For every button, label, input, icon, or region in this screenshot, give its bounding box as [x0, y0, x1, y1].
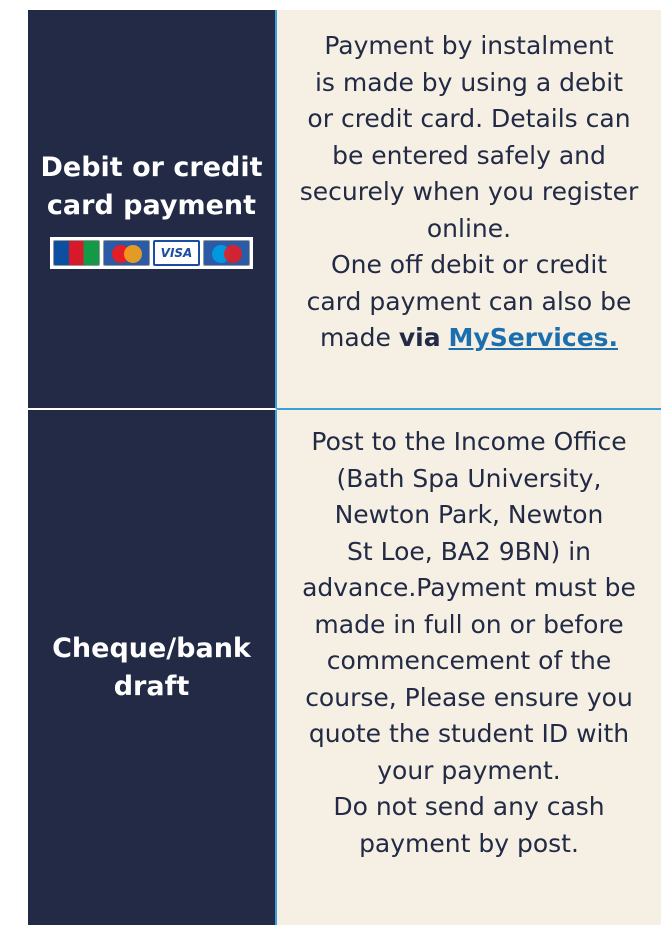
payment-methods-table: Debit or credit card payment VISA Paymen…: [28, 10, 661, 925]
myservices-link[interactable]: MyServices.: [449, 323, 618, 352]
payment-method-label: Debit or credit: [40, 152, 263, 183]
description-line: St Loe, BA2 9BN) in: [346, 536, 592, 566]
description-line: be entered safely and: [332, 140, 606, 170]
maestro-card-icon: [203, 240, 250, 266]
payment-method-description: Payment by instalment is made by using a…: [277, 10, 661, 410]
description-line: made in full on or before: [314, 609, 624, 639]
via-text: via: [398, 323, 441, 352]
jcb-card-icon: [53, 240, 100, 266]
payment-method-label-cell: Debit or credit card payment VISA: [28, 10, 277, 410]
description-line: One off debit or credit: [330, 250, 608, 279]
description-line: course, Please ensure you: [305, 682, 633, 712]
payment-method-label: Cheque/bank: [52, 632, 251, 664]
description-line: Payment by instalment: [324, 31, 614, 60]
description-line: your payment.: [377, 755, 561, 785]
description-line: quote the student ID with: [308, 719, 630, 748]
description-line: commencement of the: [326, 646, 612, 675]
description-line: securely when you register: [299, 177, 639, 206]
description-line: card payment can also be: [306, 286, 632, 316]
description-line: advance.Payment must be: [302, 573, 636, 602]
payment-method-description: Post to the Income Office (Bath Spa Univ…: [277, 410, 661, 925]
card-logos: VISA: [50, 237, 253, 269]
description-line: (Bath Spa University,: [336, 463, 602, 493]
payment-method-label-cell: Cheque/bank draft: [28, 410, 277, 925]
description-line: or credit card. Details can: [307, 104, 631, 133]
description-text: made: [319, 323, 399, 352]
description-line: payment by post.: [359, 828, 579, 858]
visa-card-icon: VISA: [153, 240, 200, 266]
payment-method-label: card payment: [46, 190, 257, 221]
description-line: Post to the Income Office: [311, 427, 627, 456]
description-line: is made by using a debit: [314, 67, 623, 97]
description-line: Do not send any cash: [333, 792, 605, 821]
description-line: online.: [426, 213, 512, 243]
description-line: Newton Park, Newton: [334, 500, 604, 529]
description-line: made via MyServices.: [277, 320, 661, 357]
payment-method-label: draft: [113, 670, 190, 702]
mastercard-icon: [103, 240, 150, 266]
